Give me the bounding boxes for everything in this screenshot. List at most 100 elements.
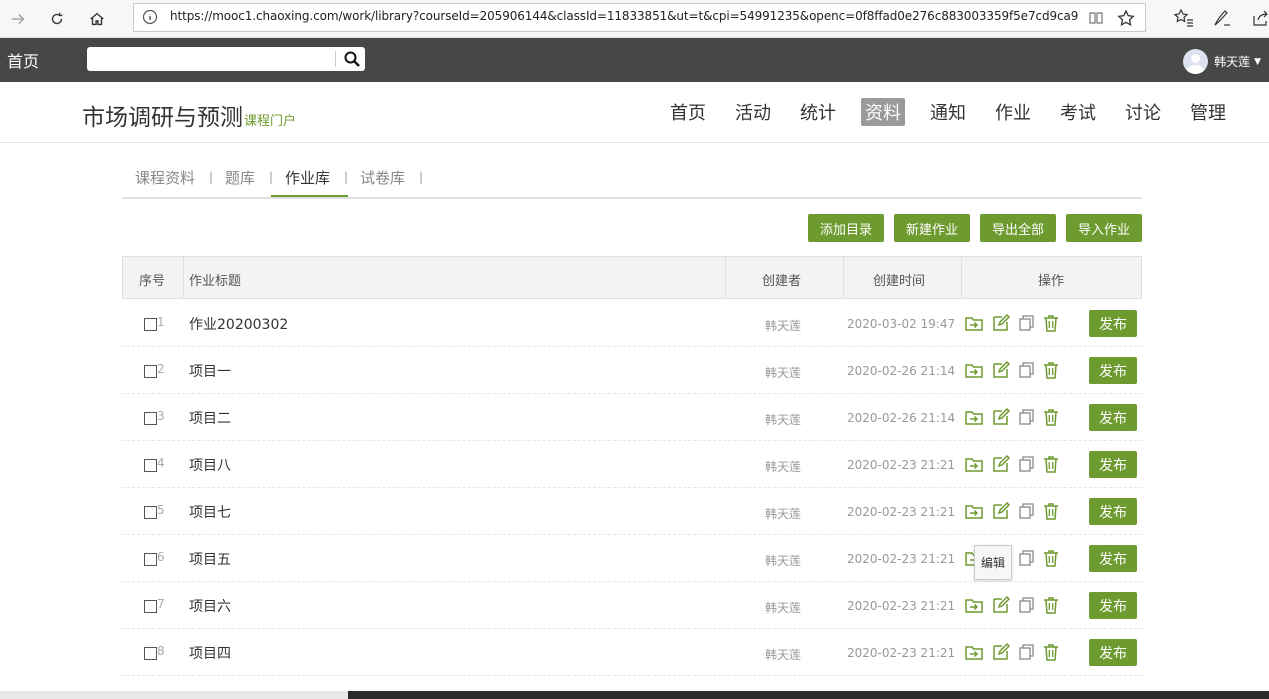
chevron-down-icon[interactable]: ▼ xyxy=(1254,57,1261,67)
header-created-time: 创建时间 xyxy=(873,274,926,289)
copy-icon[interactable] xyxy=(1017,642,1037,662)
address-bar[interactable]: https://mooc1.chaoxing.com/work/library?… xyxy=(133,3,1146,32)
delete-icon[interactable] xyxy=(1041,407,1061,427)
nav-materials[interactable]: 资料 xyxy=(861,98,905,126)
favorite-star-icon[interactable] xyxy=(1117,9,1135,27)
row-title[interactable]: 项目五 xyxy=(189,549,231,569)
nav-activity[interactable]: 活动 xyxy=(731,98,775,126)
copy-icon[interactable] xyxy=(1017,454,1037,474)
delete-icon[interactable] xyxy=(1041,548,1061,568)
delete-icon[interactable] xyxy=(1041,313,1061,333)
edit-tooltip: 编辑 xyxy=(974,545,1012,580)
home-icon[interactable] xyxy=(84,6,110,32)
row-checkbox[interactable] xyxy=(144,600,157,613)
new-homework-button[interactable]: 新建作业 xyxy=(894,214,970,242)
user-name[interactable]: 韩天莲 xyxy=(1214,53,1250,70)
copy-icon[interactable] xyxy=(1017,595,1037,615)
move-to-folder-icon[interactable] xyxy=(964,360,984,380)
row-checkbox[interactable] xyxy=(144,459,157,472)
edit-icon[interactable] xyxy=(991,407,1011,427)
edit-icon[interactable] xyxy=(991,313,1011,333)
nav-homework[interactable]: 作业 xyxy=(991,98,1035,126)
top-home-link[interactable]: 首页 xyxy=(7,48,39,72)
pen-notes-icon[interactable] xyxy=(1211,7,1233,29)
publish-button[interactable]: 发布 xyxy=(1089,498,1137,525)
row-checkbox[interactable] xyxy=(144,647,157,660)
delete-icon[interactable] xyxy=(1041,642,1061,662)
row-title[interactable]: 作业20200302 xyxy=(189,314,288,334)
share-icon[interactable] xyxy=(1250,7,1269,29)
tab-question-bank[interactable]: 题库 xyxy=(225,167,255,188)
row-checkbox[interactable] xyxy=(144,318,157,331)
delete-icon[interactable] xyxy=(1041,454,1061,474)
publish-button[interactable]: 发布 xyxy=(1089,592,1137,619)
move-to-folder-icon[interactable] xyxy=(964,407,984,427)
move-to-folder-icon[interactable] xyxy=(964,595,984,615)
favorites-list-icon[interactable] xyxy=(1173,7,1195,29)
tab-course-materials[interactable]: 课程资料 xyxy=(135,167,195,188)
copy-icon[interactable] xyxy=(1017,407,1037,427)
row-title[interactable]: 项目四 xyxy=(189,643,231,663)
search-icon[interactable] xyxy=(343,50,361,68)
nav-exam[interactable]: 考试 xyxy=(1056,98,1100,126)
user-menu[interactable]: 韩天莲 ▼ xyxy=(1183,49,1261,74)
delete-icon[interactable] xyxy=(1041,595,1061,615)
top-search-box[interactable] xyxy=(87,47,365,71)
row-title[interactable]: 项目二 xyxy=(189,408,231,428)
row-title[interactable]: 项目七 xyxy=(189,502,231,522)
row-checkbox[interactable] xyxy=(144,365,157,378)
url-text[interactable]: https://mooc1.chaoxing.com/work/library?… xyxy=(170,9,1078,23)
export-all-button[interactable]: 导出全部 xyxy=(980,214,1056,242)
edit-icon[interactable] xyxy=(991,360,1011,380)
info-icon[interactable] xyxy=(142,9,158,25)
publish-button[interactable]: 发布 xyxy=(1089,310,1137,337)
course-portal-link[interactable]: 课程门户 xyxy=(244,114,296,129)
move-to-folder-icon[interactable] xyxy=(964,501,984,521)
edit-icon[interactable] xyxy=(991,501,1011,521)
course-title-text: 市场调研与预测 xyxy=(82,105,243,131)
copy-icon[interactable] xyxy=(1017,360,1037,380)
table-row: 8 项目四 韩天莲 2020-02-23 21:21 发布 xyxy=(122,629,1142,676)
nav-discussion[interactable]: 讨论 xyxy=(1121,98,1165,126)
move-to-folder-icon[interactable] xyxy=(964,642,984,662)
copy-icon[interactable] xyxy=(1017,548,1037,568)
row-checkbox[interactable] xyxy=(144,412,157,425)
row-checkbox[interactable] xyxy=(144,553,157,566)
edit-icon[interactable] xyxy=(991,454,1011,474)
row-title[interactable]: 项目一 xyxy=(189,361,231,381)
publish-button[interactable]: 发布 xyxy=(1089,451,1137,478)
sub-tabs: 课程资料 | 题库 | 作业库 | 试卷库 | xyxy=(122,155,1142,199)
publish-button[interactable]: 发布 xyxy=(1089,404,1137,431)
row-creator: 韩天莲 xyxy=(765,601,802,615)
copy-icon[interactable] xyxy=(1017,501,1037,521)
publish-button[interactable]: 发布 xyxy=(1089,545,1137,572)
row-title[interactable]: 项目八 xyxy=(189,455,231,475)
scrollbar-track[interactable] xyxy=(0,691,348,699)
tab-homework-library[interactable]: 作业库 xyxy=(285,167,330,188)
nav-statistics[interactable]: 统计 xyxy=(796,98,840,126)
nav-manage[interactable]: 管理 xyxy=(1186,98,1230,126)
edit-icon[interactable] xyxy=(991,642,1011,662)
import-homework-button[interactable]: 导入作业 xyxy=(1066,214,1142,242)
publish-button[interactable]: 发布 xyxy=(1089,357,1137,384)
delete-icon[interactable] xyxy=(1041,360,1061,380)
copy-icon[interactable] xyxy=(1017,313,1037,333)
reading-view-icon[interactable] xyxy=(1087,9,1105,27)
row-title[interactable]: 项目六 xyxy=(189,596,231,616)
tab-exam-library[interactable]: 试卷库 xyxy=(360,167,405,188)
nav-notice[interactable]: 通知 xyxy=(926,98,970,126)
tab-separator: | xyxy=(209,170,214,184)
move-to-folder-icon[interactable] xyxy=(964,313,984,333)
nav-home[interactable]: 首页 xyxy=(666,98,710,126)
bottom-scroll-strip xyxy=(0,691,1269,699)
row-checkbox[interactable] xyxy=(144,506,157,519)
refresh-icon[interactable] xyxy=(44,6,70,32)
move-to-folder-icon[interactable] xyxy=(964,454,984,474)
add-catalog-button[interactable]: 添加目录 xyxy=(808,214,884,242)
avatar[interactable] xyxy=(1183,49,1209,74)
edit-icon[interactable] xyxy=(991,595,1011,615)
back-icon[interactable] xyxy=(5,6,31,32)
publish-button[interactable]: 发布 xyxy=(1089,639,1137,666)
delete-icon[interactable] xyxy=(1041,501,1061,521)
top-search-input[interactable] xyxy=(93,50,329,68)
